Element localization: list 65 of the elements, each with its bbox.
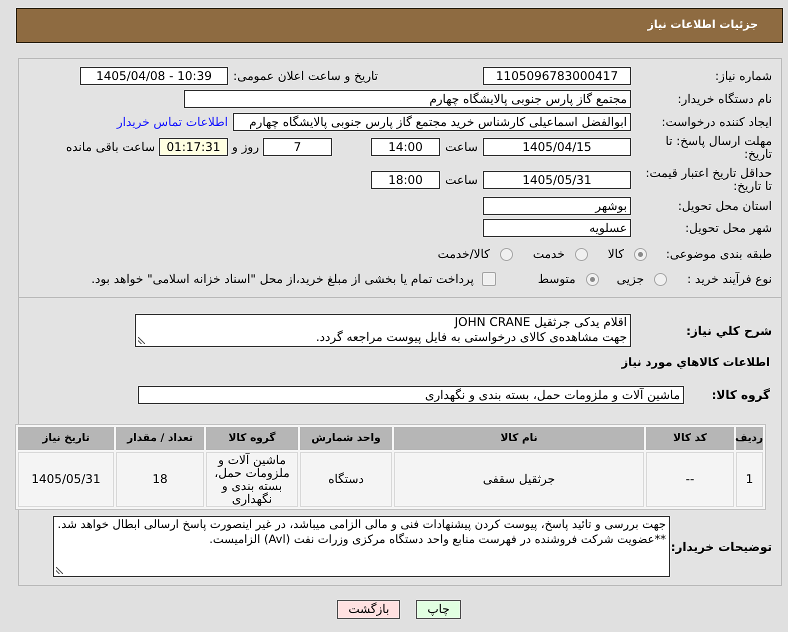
column-header: کد کالا <box>646 427 734 450</box>
field-label: روز و <box>232 139 259 156</box>
radio-button[interactable] <box>634 248 647 260</box>
radio-button[interactable] <box>574 248 588 260</box>
field-label: گروه کالا: <box>712 387 770 404</box>
page-title: جزئیات اطلاعات نیاز <box>648 17 758 34</box>
field-label: ایجاد کننده درخواست: <box>661 114 772 131</box>
column-header: نام کالا <box>394 427 644 450</box>
field-label: استان محل تحویل: <box>678 198 772 215</box>
field-label: توضیحات خریدار: <box>670 538 772 556</box>
text-field[interactable]: عسلویه <box>483 219 631 237</box>
field-label: ساعت <box>445 139 478 156</box>
text-field[interactable]: 01:17:31 <box>159 138 228 156</box>
field-label: تاریخ و ساعت اعلان عمومی: <box>233 68 378 85</box>
column-header: تاریخ نیاز <box>18 427 114 450</box>
text-field[interactable]: 7 <box>263 138 332 156</box>
text-field[interactable]: ابوالفضل اسماعیلی کارشناس خرید مجتمع گاز پارس جنوبی پالایشگاه چهارم <box>233 113 631 131</box>
table-cell: 18 <box>116 452 204 507</box>
description-field[interactable]: اقلام یدکی جرثقیل JOHN CRANE جهت مشاهده‌ی کالای درخواستی به فایل پیوست مراجعه گردد. <box>135 314 631 347</box>
field-label: شهر محل تحویل: <box>685 220 772 237</box>
section-heading: اطلاعات کالاهاي مورد نياز <box>622 354 770 371</box>
field-label: نام دستگاه خریدار: <box>678 91 772 108</box>
option-label: متوسط <box>538 271 576 288</box>
contact-info-link[interactable]: اطلاعات تماس خریدار <box>116 113 228 131</box>
column-header: ردیف <box>736 427 763 450</box>
field-label: مهلت ارسال پاسخ: تا تاریخ: <box>664 135 772 161</box>
text-field[interactable]: 14:00 <box>371 138 440 156</box>
column-header: واحد شمارش <box>300 427 392 450</box>
field-label: حداقل تاریخ اعتبار قیمت: تا تاریخ: <box>644 167 772 193</box>
field-label: شرح کلي نياز: <box>686 322 772 340</box>
text-field[interactable]: بوشهر <box>483 197 631 215</box>
table-cell: ماشین آلات و ملزومات حمل، بسته بندی و نگهداری <box>206 452 298 507</box>
notes-field[interactable]: جهت بررسی و تائید پاسخ، پیوست کردن پیشنهادات فنی و مالی الزامی میباشد، در غیر اینصورت پاسخ ارسالی ابطال خواهد شد. **عضویت شرکت فروشنده در فهرست منابع واحد دستگاه مرکزی وزرات نفت (Avl) الزامیست. <box>53 516 670 577</box>
table-cell: جرثقیل سقفی <box>394 452 644 507</box>
radio-button[interactable] <box>500 248 513 260</box>
field-label: طبقه بندی موضوعی: <box>666 246 772 263</box>
option-label: جزیی <box>616 271 644 288</box>
field-label: ساعت <box>445 172 478 189</box>
text-field[interactable]: 1105096783000417 <box>483 67 631 85</box>
text-field[interactable]: ماشین آلات و ملزومات حمل، بسته بندی و نگهداری <box>138 386 684 404</box>
text-field[interactable]: 18:00 <box>371 171 440 189</box>
table-cell: 1405/05/31 <box>18 452 114 507</box>
table-cell: دستگاه <box>300 452 392 507</box>
field-label: نوع فرآیند خرید : <box>687 271 772 288</box>
text-field[interactable]: 1405/04/08 - 10:39 <box>80 67 228 85</box>
option-label: خدمت <box>532 246 565 263</box>
radio-button[interactable] <box>654 272 667 286</box>
option-label: کالا <box>608 246 624 263</box>
text-field[interactable]: مجتمع گاز پارس جنوبی پالایشگاه چهارم <box>184 90 631 108</box>
text-field[interactable]: 1405/05/31 <box>483 171 631 189</box>
resize-handle-icon[interactable] <box>138 337 145 344</box>
field-label: شماره نیاز: <box>715 68 772 85</box>
checkbox[interactable] <box>482 272 496 286</box>
column-header: گروه کالا <box>206 427 298 450</box>
table-cell: 1 <box>736 452 763 507</box>
checkbox-label: پرداخت تمام یا بخشی از مبلغ خرید،از محل "اسناد خزانه اسلامی" خواهد بود. <box>91 271 474 288</box>
resize-handle-icon[interactable] <box>56 567 63 574</box>
field-label: ساعت باقی مانده <box>66 139 155 156</box>
column-header: تعداد / مقدار <box>116 427 204 450</box>
text-field[interactable]: 1405/04/15 <box>483 138 631 156</box>
option-label: کالا/خدمت <box>438 246 490 263</box>
back-button[interactable]: بازگشت <box>337 600 400 619</box>
radio-button[interactable] <box>586 272 599 286</box>
table-cell: -- <box>646 452 734 507</box>
print-button[interactable]: چاپ <box>416 600 461 619</box>
